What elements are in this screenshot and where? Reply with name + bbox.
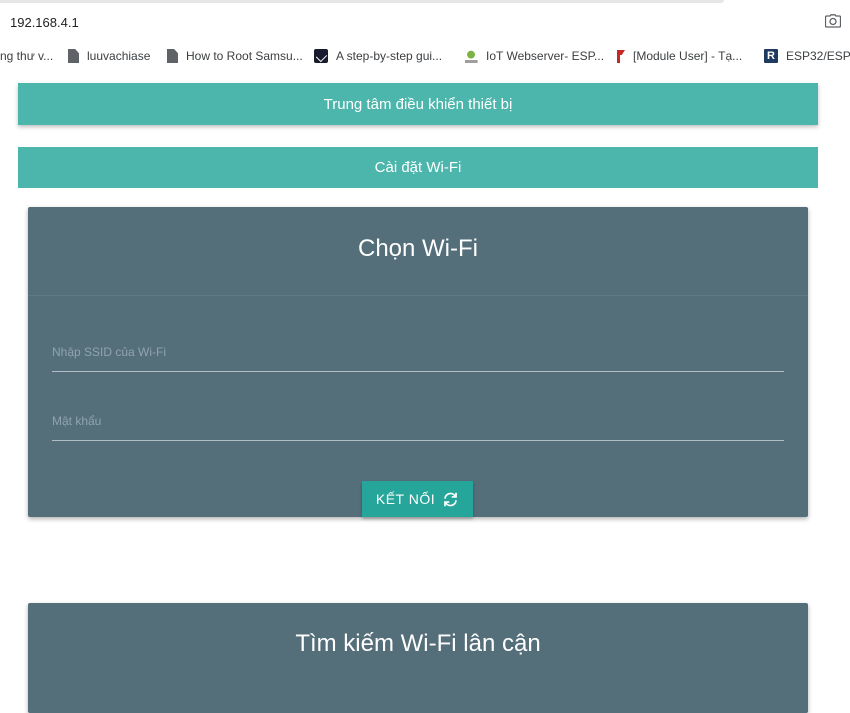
bookmark-item[interactable]: [Module User] - Tạ...	[615, 47, 742, 65]
bookmark-item[interactable]: R ESP32/ESP8	[764, 47, 850, 65]
bookmark-label: [Module User] - Tạ...	[633, 49, 743, 63]
r-icon: R	[764, 49, 778, 63]
page-title-bar: Trung tâm điều khiển thiết bị	[18, 83, 818, 125]
bookmark-item[interactable]: luuvachiase	[68, 47, 150, 65]
page-title: Trung tâm điều khiển thiết bị	[323, 95, 513, 113]
url-text[interactable]: 192.168.4.1	[10, 15, 79, 30]
aws-icon	[314, 49, 328, 63]
bookmark-label: ESP32/ESP8	[786, 49, 850, 63]
password-input[interactable]	[52, 401, 784, 441]
document-icon	[68, 49, 79, 63]
bookmark-item[interactable]: How to Root Samsu...	[167, 47, 303, 65]
connect-button-label: KẾT NỐI	[375, 491, 436, 507]
flag-icon	[615, 49, 625, 63]
password-field-wrapper	[52, 401, 784, 441]
address-bar-underline	[0, 0, 724, 3]
bookmark-item[interactable]: ng thư v...	[0, 47, 53, 65]
wifi-settings-bar: Cài đặt Wi-Fi	[18, 147, 818, 188]
wifi-select-card: Chọn Wi-Fi KẾT NỐI	[28, 207, 808, 517]
card-divider	[28, 295, 808, 296]
bookmark-label: A step-by-step gui...	[336, 49, 443, 63]
document-icon	[167, 49, 178, 63]
wifi-settings-label: Cài đặt Wi-Fi	[374, 159, 462, 176]
wifi-select-title: Chọn Wi-Fi	[357, 235, 478, 262]
ssid-field-wrapper	[52, 332, 784, 372]
bookmark-item[interactable]: IoT Webserver- ESP...	[464, 47, 604, 65]
bookmark-item[interactable]: A step-by-step gui...	[314, 47, 442, 65]
ssid-input[interactable]	[52, 332, 784, 372]
tree-icon	[464, 49, 478, 63]
address-bar[interactable]: 192.168.4.1	[0, 0, 850, 43]
bookmark-label: luuvachiase	[87, 49, 151, 63]
camera-icon[interactable]	[825, 14, 841, 28]
wifi-scan-title: Tìm kiếm Wi-Fi lân cận	[295, 630, 541, 657]
connect-button[interactable]: KẾT NỐI	[362, 481, 473, 517]
sync-icon	[444, 492, 457, 506]
bookmark-label: IoT Webserver- ESP...	[486, 49, 605, 63]
bookmarks-bar: ng thư v... luuvachiase How to Root Sams…	[0, 43, 850, 68]
bookmark-label: ng thư v...	[0, 49, 54, 63]
bookmark-label: How to Root Samsu...	[186, 49, 303, 63]
